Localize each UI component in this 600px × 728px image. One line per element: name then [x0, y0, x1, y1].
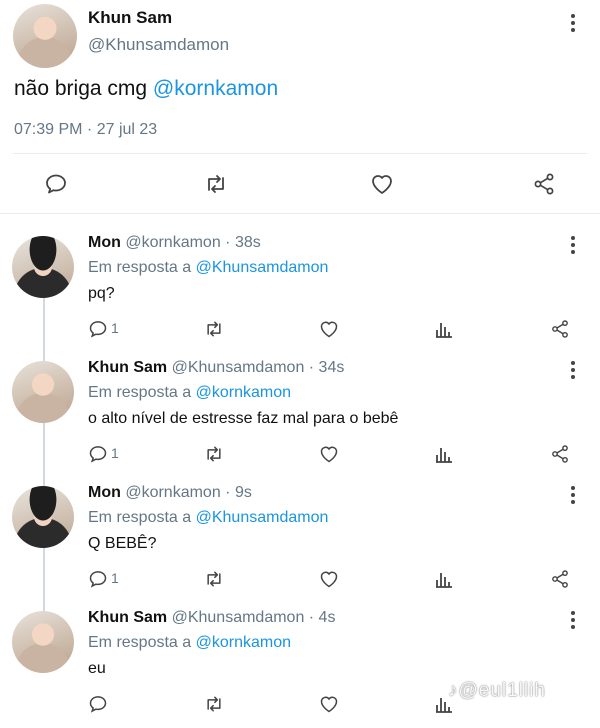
more-options-icon[interactable]: [568, 486, 578, 506]
reply-text: Q BEBÊ?: [88, 535, 157, 552]
share-icon[interactable]: [532, 172, 556, 196]
reply-tweet: Mon @kornkamon · 9s Em resposta a @Khuns…: [0, 478, 600, 603]
reply-tweet: Khun Sam @Khunsamdamon · 34s Em resposta…: [0, 353, 600, 478]
retweet-icon[interactable]: [203, 569, 225, 594]
reply-count: 1: [111, 320, 119, 336]
retweet-icon[interactable]: [203, 694, 225, 719]
mention-link[interactable]: @kornkamon: [196, 384, 291, 401]
share-icon[interactable]: [550, 444, 570, 469]
more-options-icon[interactable]: [568, 14, 578, 34]
author-name[interactable]: Mon: [88, 234, 121, 251]
share-icon[interactable]: [550, 569, 570, 594]
in-reply-label: Em resposta a: [88, 259, 196, 276]
tiktok-watermark: ♪@eul1llih: [448, 680, 546, 701]
retweet-icon[interactable]: [203, 172, 229, 196]
in-reply-label: Em resposta a: [88, 634, 196, 651]
mention-link[interactable]: @Khunsamdamon: [196, 259, 329, 276]
reply-text: pq?: [88, 285, 115, 302]
reply-header: Mon @kornkamon · 38s: [88, 234, 261, 252]
analytics-icon[interactable]: [434, 444, 454, 469]
reply-tweet: Khun Sam @Khunsamdamon · 4s Em resposta …: [0, 603, 600, 728]
retweet-icon[interactable]: [203, 444, 225, 469]
reply-count: 1: [111, 445, 119, 461]
more-options-icon[interactable]: [568, 611, 578, 631]
reply-tweet: Mon @kornkamon · 38s Em resposta a @Khun…: [0, 228, 600, 353]
more-options-icon[interactable]: [568, 236, 578, 256]
author-handle[interactable]: @kornkamon · 9s: [125, 484, 252, 501]
comment-icon[interactable]: [88, 569, 108, 594]
in-reply-label: Em resposta a: [88, 509, 196, 526]
avatar-mon[interactable]: [12, 486, 74, 548]
author-handle[interactable]: @kornkamon · 38s: [125, 234, 260, 251]
heart-icon[interactable]: [369, 172, 395, 196]
heart-icon[interactable]: [318, 694, 340, 719]
author-name[interactable]: Khun Sam: [88, 609, 167, 626]
heart-icon[interactable]: [318, 569, 340, 594]
in-reply-to: Em resposta a @kornkamon: [88, 384, 291, 402]
author-handle[interactable]: @Khunsamdamon · 4s: [172, 609, 336, 626]
in-reply-to: Em resposta a @Khunsamdamon: [88, 509, 328, 527]
divider: [0, 213, 600, 214]
avatar-khun-sam[interactable]: [13, 4, 77, 68]
avatar-khun-sam[interactable]: [12, 361, 74, 423]
retweet-icon[interactable]: [203, 319, 225, 344]
heart-icon[interactable]: [318, 319, 340, 344]
reply-count: 1: [111, 570, 119, 586]
reply-header: Mon @kornkamon · 9s: [88, 484, 252, 502]
author-handle[interactable]: @Khunsamdamon · 34s: [172, 359, 345, 376]
in-reply-label: Em resposta a: [88, 384, 196, 401]
reply-text: o alto nível de estresse faz mal para o …: [88, 410, 399, 427]
in-reply-to: Em resposta a @kornkamon: [88, 634, 291, 652]
main-tweet: Khun Sam @Khunsamdamon não briga cmg @ko…: [0, 0, 600, 215]
analytics-icon[interactable]: [434, 569, 454, 594]
tweet-text-body: não briga cmg: [14, 77, 153, 100]
author-name[interactable]: Khun Sam: [88, 8, 172, 28]
comment-icon[interactable]: [88, 444, 108, 469]
comment-icon[interactable]: [88, 694, 108, 719]
avatar-mon[interactable]: [12, 236, 74, 298]
comment-icon[interactable]: [44, 172, 68, 196]
divider: [13, 153, 587, 154]
author-handle[interactable]: @Khunsamdamon: [88, 35, 229, 55]
avatar-khun-sam[interactable]: [12, 611, 74, 673]
reply-header: Khun Sam @Khunsamdamon · 34s: [88, 359, 344, 377]
in-reply-to: Em resposta a @Khunsamdamon: [88, 259, 328, 277]
mention-link[interactable]: @kornkamon: [153, 77, 278, 100]
author-name[interactable]: Khun Sam: [88, 359, 167, 376]
analytics-icon[interactable]: [434, 319, 454, 344]
share-icon[interactable]: [550, 319, 570, 344]
comment-icon[interactable]: [88, 319, 108, 344]
mention-link[interactable]: @kornkamon: [196, 634, 291, 651]
tweet-timestamp[interactable]: 07:39 PM · 27 jul 23: [14, 121, 157, 139]
mention-link[interactable]: @Khunsamdamon: [196, 509, 329, 526]
tweet-text: não briga cmg @kornkamon: [14, 77, 278, 101]
more-options-icon[interactable]: [568, 361, 578, 381]
reply-header: Khun Sam @Khunsamdamon · 4s: [88, 609, 335, 627]
reply-text: eu: [88, 660, 106, 677]
author-name[interactable]: Mon: [88, 484, 121, 501]
heart-icon[interactable]: [318, 444, 340, 469]
